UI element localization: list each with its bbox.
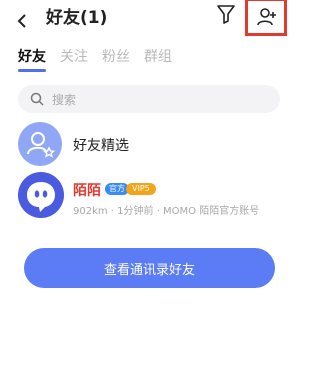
featured-friends-avatar[interactable] <box>18 122 62 166</box>
back-button[interactable] <box>10 8 36 34</box>
momo-avatar[interactable] <box>18 172 64 218</box>
user-add-icon <box>257 8 276 26</box>
tab-friends[interactable]: 好友 <box>18 46 46 72</box>
momo-logo-icon <box>27 182 55 212</box>
contact-name[interactable]: 陌陌 <box>73 180 101 200</box>
vip-badge: VIP5 <box>126 183 156 195</box>
add-friend-button[interactable] <box>256 6 278 28</box>
tab-bar: 好友 关注 粉丝 群组 <box>18 46 172 72</box>
filter-button[interactable] <box>214 2 238 26</box>
view-contacts-button[interactable]: 查看通讯录好友 <box>24 248 275 288</box>
chevron-left-icon <box>17 14 26 28</box>
page-title: 好友(1) <box>46 8 108 28</box>
user-star-icon <box>27 132 56 158</box>
filter-icon <box>217 5 235 24</box>
search-icon <box>30 92 44 106</box>
tab-groups[interactable]: 群组 <box>144 46 172 66</box>
search-input[interactable]: 搜索 <box>18 85 280 113</box>
tab-fans[interactable]: 粉丝 <box>102 46 130 66</box>
featured-friends-label[interactable]: 好友精选 <box>73 135 129 155</box>
contact-subtitle: 902km · 1分钟前 · MOMO 陌陌官方账号 <box>73 206 260 217</box>
view-contacts-label: 查看通讯录好友 <box>103 262 195 278</box>
search-placeholder: 搜索 <box>52 92 77 107</box>
tab-following[interactable]: 关注 <box>60 46 88 66</box>
